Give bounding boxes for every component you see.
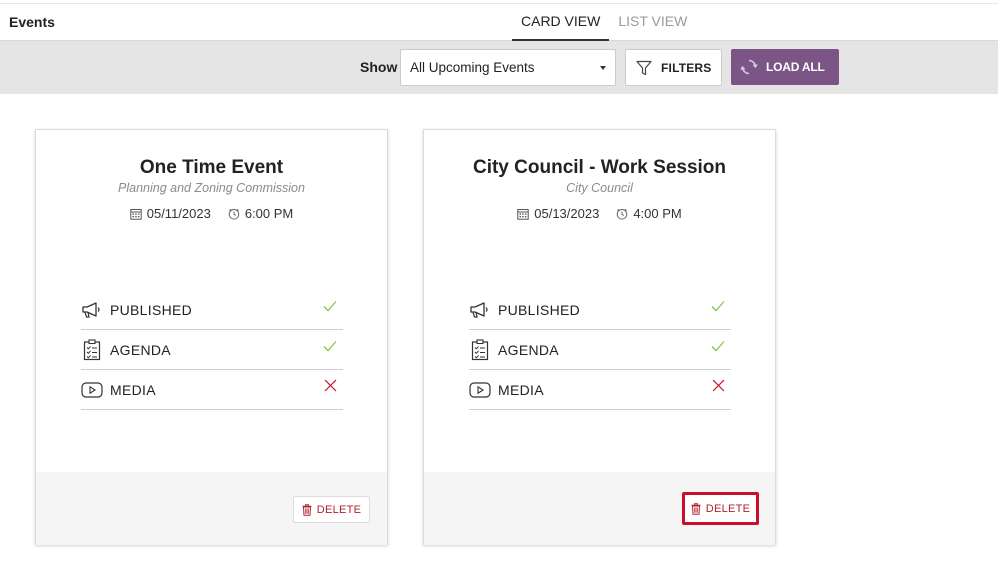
clipboard-list-icon: [469, 338, 491, 361]
cross-icon: [324, 379, 337, 397]
delete-label: DELETE: [316, 503, 362, 516]
event-datetime: 05/13/2023 4:00 PM: [424, 206, 775, 221]
status-agenda: AGENDA: [469, 330, 731, 370]
status-published: PUBLISHED: [81, 290, 343, 330]
status-list: PUBLISHED AGENDA MEDIA: [81, 290, 343, 410]
delete-button[interactable]: DELETE: [293, 496, 370, 523]
header-bar: Events CARD VIEW LIST VIEW: [0, 3, 998, 41]
load-all-label: LOAD ALL: [766, 60, 825, 74]
refresh-icon: [740, 59, 758, 75]
card-footer: DELETE: [424, 472, 775, 545]
trash-icon: [302, 503, 312, 516]
event-range-value: All Upcoming Events: [410, 60, 535, 75]
status-label: MEDIA: [498, 381, 544, 398]
calendar-icon: [517, 208, 529, 220]
filters-button[interactable]: FILTERS: [625, 49, 722, 86]
status-media: MEDIA: [81, 370, 343, 410]
clipboard-list-icon: [81, 338, 103, 361]
megaphone-icon: [81, 299, 103, 321]
filter-icon: [636, 60, 652, 75]
event-date: 05/11/2023: [146, 206, 211, 221]
tab-list-view[interactable]: LIST VIEW: [609, 4, 696, 41]
event-card[interactable]: One Time Event Planning and Zoning Commi…: [35, 129, 388, 545]
event-range-select[interactable]: All Upcoming Events: [400, 49, 616, 86]
trash-icon: [691, 502, 701, 515]
delete-button[interactable]: DELETE: [682, 492, 759, 525]
check-icon: [711, 299, 725, 317]
play-icon: [469, 379, 491, 401]
event-card[interactable]: City Council - Work Session City Council…: [423, 129, 776, 545]
status-label: AGENDA: [110, 341, 171, 358]
status-label: MEDIA: [110, 381, 156, 398]
calendar-icon: [130, 208, 142, 220]
filter-toolbar: Show All Upcoming Events FILTERS LOAD AL…: [0, 41, 998, 94]
event-committee: City Council: [566, 181, 633, 195]
chevron-down-icon: [600, 66, 606, 70]
filters-label: FILTERS: [661, 60, 712, 75]
load-all-button[interactable]: LOAD ALL: [731, 49, 839, 85]
status-media: MEDIA: [469, 370, 731, 410]
tab-card-view[interactable]: CARD VIEW: [512, 4, 610, 41]
event-title: One Time Event: [139, 157, 284, 178]
show-label: Show: [360, 59, 398, 75]
status-label: PUBLISHED: [110, 301, 193, 318]
check-icon: [711, 339, 725, 357]
event-time: 6:00 PM: [244, 206, 294, 221]
clock-icon: [617, 208, 628, 220]
event-datetime: 05/11/2023 6:00 PM: [36, 206, 387, 221]
status-agenda: AGENDA: [81, 330, 343, 370]
view-tabs: CARD VIEW LIST VIEW: [512, 4, 696, 41]
page-title: Events: [9, 14, 55, 30]
check-icon: [323, 339, 337, 357]
event-date: 05/13/2023: [534, 206, 600, 221]
status-label: PUBLISHED: [498, 301, 581, 318]
status-label: AGENDA: [498, 341, 559, 358]
cross-icon: [712, 379, 725, 397]
delete-label: DELETE: [705, 502, 751, 515]
play-icon: [81, 379, 103, 401]
megaphone-icon: [469, 299, 491, 321]
event-committee: Planning and Zoning Commission: [118, 181, 305, 195]
status-list: PUBLISHED AGENDA MEDIA: [469, 290, 731, 410]
status-published: PUBLISHED: [469, 290, 731, 330]
card-footer: DELETE: [36, 472, 387, 545]
check-icon: [323, 299, 337, 317]
event-time: 4:00 PM: [633, 206, 682, 221]
event-title: City Council - Work Session: [472, 157, 727, 178]
clock-icon: [228, 208, 240, 220]
